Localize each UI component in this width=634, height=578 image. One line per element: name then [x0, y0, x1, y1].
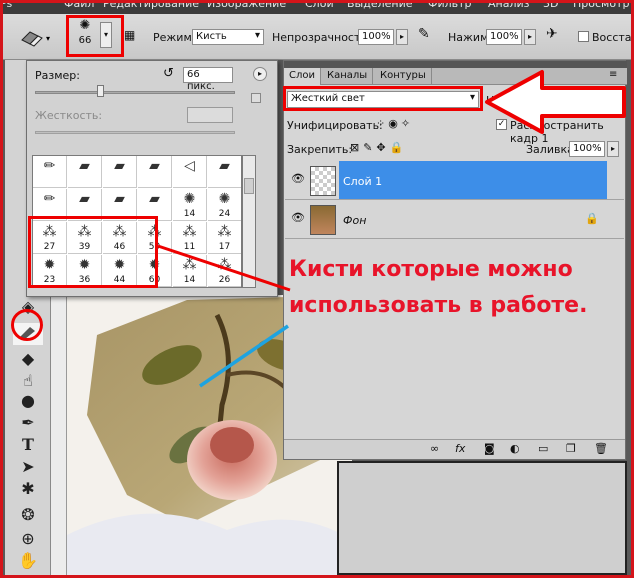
brush-presets-highlight	[28, 216, 158, 288]
red-pointer-line	[157, 244, 291, 292]
left-arrow-annotation	[485, 70, 626, 134]
brush-tool-highlight	[11, 309, 43, 341]
blue-pointer-line	[199, 324, 289, 388]
brush-picker-highlight	[66, 15, 124, 57]
annotation-text: Кисти которые можно использовать в работ…	[289, 257, 588, 318]
blend-mode-highlight	[283, 86, 483, 111]
